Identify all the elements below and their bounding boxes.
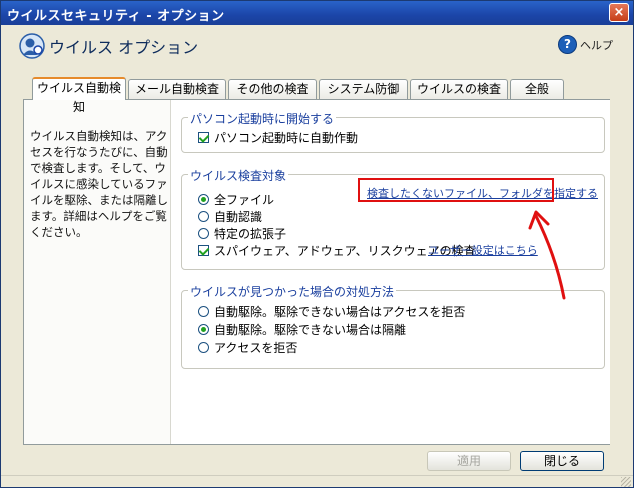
tab-system-defense[interactable]: システム防御 [319,79,408,99]
help-icon: ? [558,35,577,54]
auto-start-checkbox[interactable]: パソコン起動時に自動作動 [198,129,358,146]
antivirus-logo-icon [19,33,45,59]
scan-target-group-label: ウイルス検査対象 [188,167,289,184]
title-bar[interactable]: ウイルスセキュリティ - オプション × [1,1,633,25]
radio-circle [198,342,209,353]
header: ウイルス オプション ? ヘルプ [1,25,633,65]
apply-button[interactable]: 適用 [427,451,511,471]
tab-other-scan[interactable]: その他の検査 [228,79,317,99]
radio-action-quarantine[interactable]: 自動駆除。駆除できない場合は隔離 [198,321,406,338]
page-title: ウイルス オプション [49,38,199,57]
radio-all-files[interactable]: 全ファイル [198,191,274,208]
auto-start-label: パソコン起動時に自動作動 [214,131,359,145]
tab-auto-detect[interactable]: ウイルス自動検知 [32,77,126,114]
radio-circle [198,211,209,222]
radio-label: 自動認識 [214,210,263,224]
window-title: ウイルスセキュリティ - オプション [7,9,225,24]
radio-label: 自動駆除。駆除できない場合は隔離 [214,323,407,337]
radio-action-block[interactable]: アクセスを拒否 [198,339,297,356]
radio-label: 全ファイル [214,193,275,207]
radio-circle [198,228,209,239]
help-link[interactable]: ? ヘルプ [558,35,613,54]
radio-action-deny[interactable]: 自動駆除。駆除できない場合はアクセスを拒否 [198,303,465,320]
action-group-label: ウイルスが見つかった場合の対処方法 [188,283,397,300]
radio-label: アクセスを拒否 [214,341,298,355]
radio-specific-ext[interactable]: 特定の拡張子 [198,225,286,242]
help-label: ヘルプ [580,38,613,52]
startup-group-label: パソコン起動時に開始する [188,110,337,127]
close-button[interactable]: 閉じる [520,451,604,471]
close-window-button[interactable]: × [609,3,629,22]
radio-circle [198,306,209,317]
radio-auto-recognize[interactable]: 自動認識 [198,208,262,225]
highlight-box [358,178,554,202]
checkbox-box [198,245,209,256]
tab-general[interactable]: 全般 [510,79,564,99]
status-bar [1,475,633,487]
radio-label: 自動駆除。駆除できない場合はアクセスを拒否 [214,305,466,319]
radio-circle [198,194,209,205]
startup-group: パソコン起動時に開始する パソコン起動時に自動作動 [181,110,605,153]
tab-panel: ウイルス自動検知は、アクセスを行なうたびに、自動で検査します。そして、ウイルスに… [23,99,610,445]
annotation-arrow-icon [528,210,566,300]
user-settings-link[interactable]: ユーザー設定はこちら [428,242,538,258]
radio-label: 特定の拡張子 [214,227,287,241]
checkbox-box [198,132,209,143]
radio-circle [198,324,209,335]
tab-virus-scan[interactable]: ウイルスの検査 [410,79,508,99]
tab-description: ウイルス自動検知は、アクセスを行なうたびに、自動で検査します。そして、ウイルスに… [30,129,168,239]
tab-mail-scan[interactable]: メール自動検査 [128,79,226,99]
resize-grip[interactable] [621,477,631,487]
options-window: ウイルスセキュリティ - オプション × ウイルス オプション ? ヘルプ ウイ… [0,0,634,488]
